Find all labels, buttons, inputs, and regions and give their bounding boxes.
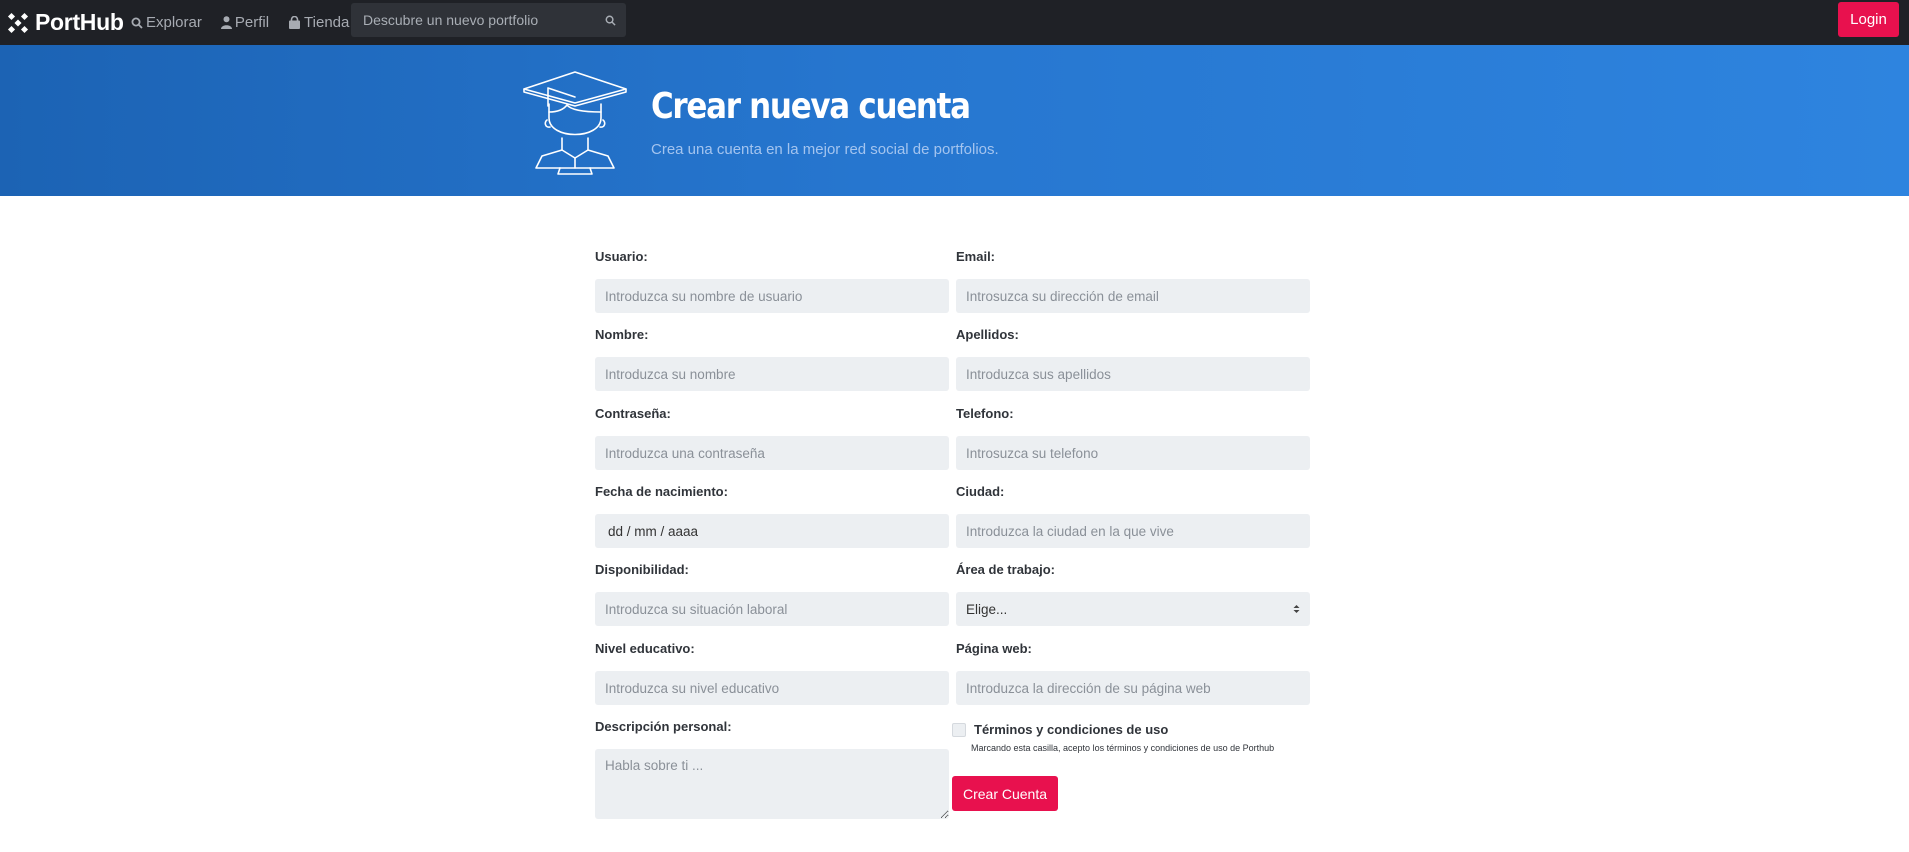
work-area-select[interactable]: Elige... xyxy=(956,592,1310,626)
brand-name: PortHub xyxy=(35,9,124,35)
password-input[interactable] xyxy=(595,436,949,470)
username-input[interactable] xyxy=(595,279,949,313)
field-nivel-educativo: Nivel educativo: xyxy=(595,641,949,705)
nav-link-explorar[interactable]: Explorar xyxy=(131,14,202,31)
graduate-student-icon xyxy=(523,71,627,175)
field-pagina-web: Página web: xyxy=(956,641,1310,705)
field-label: Nivel educativo: xyxy=(595,641,695,656)
education-level-input[interactable] xyxy=(595,671,949,705)
terms-checkbox-group: Términos y condiciones de uso Marcando e… xyxy=(952,722,1274,753)
shopping-bag-icon xyxy=(289,16,301,29)
first-name-input[interactable] xyxy=(595,357,949,391)
field-label: Contraseña: xyxy=(595,406,671,421)
page-title: Crear nueva cuenta xyxy=(651,86,971,127)
city-input[interactable] xyxy=(956,514,1310,548)
field-label: Usuario: xyxy=(595,249,648,264)
field-label: Nombre: xyxy=(595,327,649,342)
porthub-logo-icon xyxy=(7,12,29,33)
top-navbar: PortHub Explorar Perfil Tienda Descubre … xyxy=(0,0,1909,45)
field-nombre: Nombre: xyxy=(595,327,949,391)
field-fecha-nacimiento: Fecha de nacimiento: dd / mm / aaaa xyxy=(595,484,949,548)
field-label: Fecha de nacimiento: xyxy=(595,484,728,499)
field-descripcion: Descripción personal: xyxy=(595,719,949,824)
field-label: Ciudad: xyxy=(956,484,1005,499)
phone-input[interactable] xyxy=(956,436,1310,470)
last-name-input[interactable] xyxy=(956,357,1310,391)
field-ciudad: Ciudad: xyxy=(956,484,1310,548)
search-icon xyxy=(131,17,143,29)
field-label: Página web: xyxy=(956,641,1032,656)
birthdate-input[interactable]: dd / mm / aaaa xyxy=(595,514,949,548)
search-icon xyxy=(605,15,616,26)
field-label: Disponibilidad: xyxy=(595,562,689,577)
field-label: Apellidos: xyxy=(956,327,1019,342)
search-submit-button[interactable] xyxy=(594,3,626,37)
field-label: Descripción personal: xyxy=(595,719,732,734)
login-button[interactable]: Login xyxy=(1838,2,1899,37)
nav-links: Explorar Perfil Tienda xyxy=(131,0,368,45)
select-value: Elige... xyxy=(966,601,1008,617)
nav-link-perfil[interactable]: Perfil xyxy=(220,14,270,31)
create-account-button[interactable]: Crear Cuenta xyxy=(952,776,1058,811)
field-disponibilidad: Disponibilidad: xyxy=(595,562,949,626)
date-placeholder: dd / mm / aaaa xyxy=(608,523,699,539)
field-label: Telefono: xyxy=(956,406,1014,421)
register-form: Usuario: Email: Nombre: Apellidos: Contr… xyxy=(0,196,1909,852)
field-telefono: Telefono: xyxy=(956,406,1310,470)
nav-link-tienda[interactable]: Tienda xyxy=(288,14,349,31)
user-icon xyxy=(220,16,232,29)
field-label: Email: xyxy=(956,249,996,264)
nav-link-label: Tienda xyxy=(304,14,350,31)
hero-banner: Crear nueva cuenta Crea una cuenta en la… xyxy=(0,45,1909,196)
field-usuario: Usuario: xyxy=(595,249,949,313)
terms-label: Términos y condiciones de uso xyxy=(974,722,1169,737)
select-arrows-icon xyxy=(1293,605,1300,613)
nav-search-box xyxy=(351,2,626,38)
brand-logo-link[interactable]: PortHub xyxy=(7,0,124,45)
website-input[interactable] xyxy=(956,671,1310,705)
field-email: Email: xyxy=(956,249,1310,313)
availability-input[interactable] xyxy=(595,592,949,626)
field-area-trabajo: Área de trabajo: Elige... xyxy=(956,562,1310,626)
page-subtitle: Crea una cuenta en la mejor red social d… xyxy=(651,141,999,158)
field-contrasena: Contraseña: xyxy=(595,406,949,470)
nav-link-label: Explorar xyxy=(146,14,202,31)
terms-help-text: Marcando esta casilla, acepto los términ… xyxy=(971,743,1275,753)
email-input[interactable] xyxy=(956,279,1310,313)
field-apellidos: Apellidos: xyxy=(956,327,1310,391)
portfolio-search-input[interactable] xyxy=(351,2,594,38)
nav-link-label: Perfil xyxy=(234,14,270,31)
field-label: Área de trabajo: xyxy=(956,562,1055,577)
description-textarea[interactable] xyxy=(595,749,949,819)
terms-checkbox[interactable] xyxy=(952,722,966,737)
